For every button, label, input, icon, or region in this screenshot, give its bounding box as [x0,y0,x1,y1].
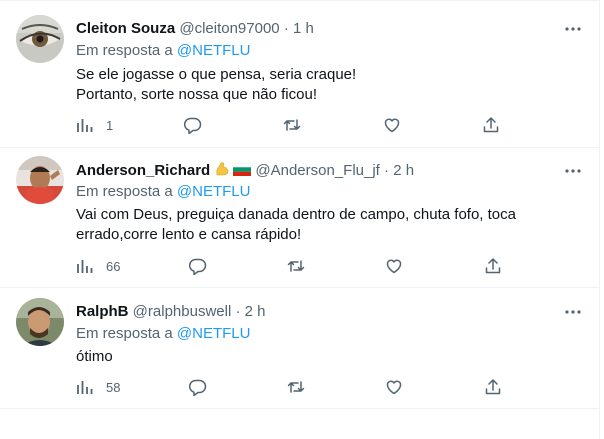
views-button[interactable]: 58 [76,377,120,397]
share-icon [485,258,501,274]
reply-prefix: Em resposta a [76,42,173,59]
more-options-button[interactable] [562,160,584,182]
bar-chart-icon [77,119,93,132]
reply-mention-link[interactable]: @NETFLU [177,325,251,342]
reply-context: Em resposta a @NETFLU [76,324,250,344]
tweet-text-line: Se ele jogasse o que pensa, seria craque… [76,66,357,83]
share-icon [485,379,501,395]
user-handle[interactable]: @cleiton97000 [179,20,279,37]
retweet-icon [287,260,305,272]
bulgaria-flag-icon [233,162,252,176]
retweet-icon [283,119,301,131]
views-button[interactable]: 66 [76,256,120,276]
flexed-biceps-icon [214,161,230,177]
reply-button[interactable] [189,256,207,276]
tweet-text: Se ele jogasse o que pensa, seria craque… [76,65,556,105]
heart-icon [386,259,402,274]
tweet-text: ótimo [76,347,556,367]
heart-icon [386,380,402,395]
tweet-text-line: Portanto, sorte nossa que não ficou! [76,86,317,103]
reply-bubble-icon [189,379,207,396]
separator-dot: · [283,20,289,37]
reply-mention-link[interactable]: @NETFLU [177,42,251,59]
column-border [599,0,600,439]
separator-dot: · [235,303,241,320]
like-button[interactable] [385,377,403,397]
reply-mention-link[interactable]: @NETFLU [177,183,251,200]
avatar[interactable] [16,156,64,204]
retweet-button[interactable] [287,377,305,397]
tweet-header: Anderson_Richard @Anderson_Flu_jf · 2 h [76,161,414,181]
tweet[interactable]: Anderson_Richard @Anderson_Flu_jf · 2 h … [0,147,599,288]
more-dots-icon [565,27,581,31]
action-bar: 1 [76,115,516,135]
like-button[interactable] [385,256,403,276]
heart-icon [384,118,400,133]
share-button[interactable] [484,377,502,397]
share-button[interactable] [484,256,502,276]
retweet-icon [287,381,305,393]
share-icon [483,117,499,133]
reply-prefix: Em resposta a [76,183,173,200]
bar-chart-icon [77,260,93,273]
avatar[interactable] [16,15,64,63]
more-options-button[interactable] [562,301,584,323]
user-handle[interactable]: @ralphbuswell [133,303,232,320]
reply-context: Em resposta a @NETFLU [76,182,250,202]
bar-chart-icon [77,381,93,394]
reply-button[interactable] [184,115,202,135]
user-handle[interactable]: @Anderson_Flu_jf [255,162,379,179]
timestamp[interactable]: 2 h [393,162,414,179]
avatar[interactable] [16,298,64,346]
action-bar: 66 [76,256,516,276]
tweet-header: RalphB @ralphbuswell · 2 h [76,302,265,322]
reply-context: Em resposta a @NETFLU [76,41,250,61]
display-name[interactable]: RalphB [76,303,129,320]
more-dots-icon [565,310,581,314]
more-options-button[interactable] [562,18,584,40]
action-bar: 58 [76,377,516,397]
more-dots-icon [565,169,581,173]
views-count: 1 [106,117,114,133]
separator-dot: · [384,162,390,179]
reply-bubble-icon [189,258,207,275]
tweet-text: Vai com Deus, preguiça danada dentro de … [76,205,556,245]
reply-prefix: Em resposta a [76,325,173,342]
tweet-text-line: ótimo [76,348,113,365]
tweet-text-line: errado,corre lento e cansa rápido! [76,226,302,243]
like-button[interactable] [383,115,401,135]
display-name[interactable]: Anderson_Richard [76,162,210,179]
timestamp[interactable]: 1 h [293,20,314,37]
tweet[interactable]: Cleiton Souza @cleiton97000 · 1 h Em res… [0,0,599,148]
reply-button[interactable] [189,377,207,397]
tweet[interactable]: RalphB @ralphbuswell · 2 h Em resposta a… [0,287,599,409]
reply-bubble-icon [184,117,202,134]
tweet-header: Cleiton Souza @cleiton97000 · 1 h [76,19,314,39]
views-count: 66 [106,258,121,274]
tweet-text-line: Vai com Deus, preguiça danada dentro de … [76,206,516,223]
display-name[interactable]: Cleiton Souza [76,20,175,37]
share-button[interactable] [482,115,500,135]
retweet-button[interactable] [287,256,305,276]
views-count: 58 [106,379,121,395]
timestamp[interactable]: 2 h [245,303,266,320]
views-button[interactable]: 1 [76,115,113,135]
reply-feed: Cleiton Souza @cleiton97000 · 1 h Em res… [0,0,599,439]
retweet-button[interactable] [283,115,301,135]
